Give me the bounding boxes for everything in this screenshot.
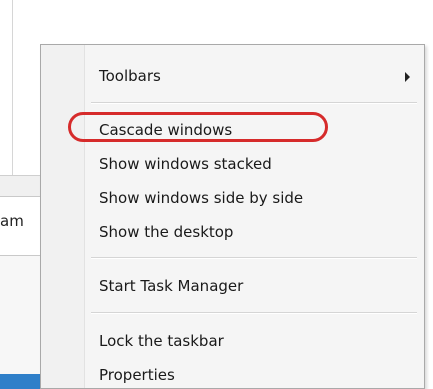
- menu-separator: [91, 312, 417, 314]
- taskbar-edge[interactable]: [0, 374, 40, 389]
- highlight-ring: [68, 112, 328, 142]
- menu-item-start-task-manager[interactable]: Start Task Manager: [99, 277, 243, 295]
- menu-item-show-windows-side-by-side[interactable]: Show windows side by side: [99, 189, 303, 207]
- menu-separator: [91, 102, 417, 104]
- menu-item-toolbars[interactable]: Toolbars: [99, 67, 161, 85]
- menu-item-show-windows-stacked[interactable]: Show windows stacked: [99, 155, 272, 173]
- background-lower-panel: [0, 256, 40, 389]
- background-border: [12, 0, 13, 175]
- submenu-arrow-icon: [405, 72, 410, 82]
- menu-icon-gutter: [41, 45, 85, 388]
- menu-item-show-the-desktop[interactable]: Show the desktop: [99, 223, 233, 241]
- menu-separator: [91, 257, 417, 259]
- taskbar-context-menu: Toolbars Cascade windows Show windows st…: [40, 44, 425, 389]
- menu-item-properties[interactable]: Properties: [99, 366, 175, 384]
- menu-item-lock-the-taskbar[interactable]: Lock the taskbar: [99, 332, 224, 350]
- background-field-text: am: [0, 212, 24, 230]
